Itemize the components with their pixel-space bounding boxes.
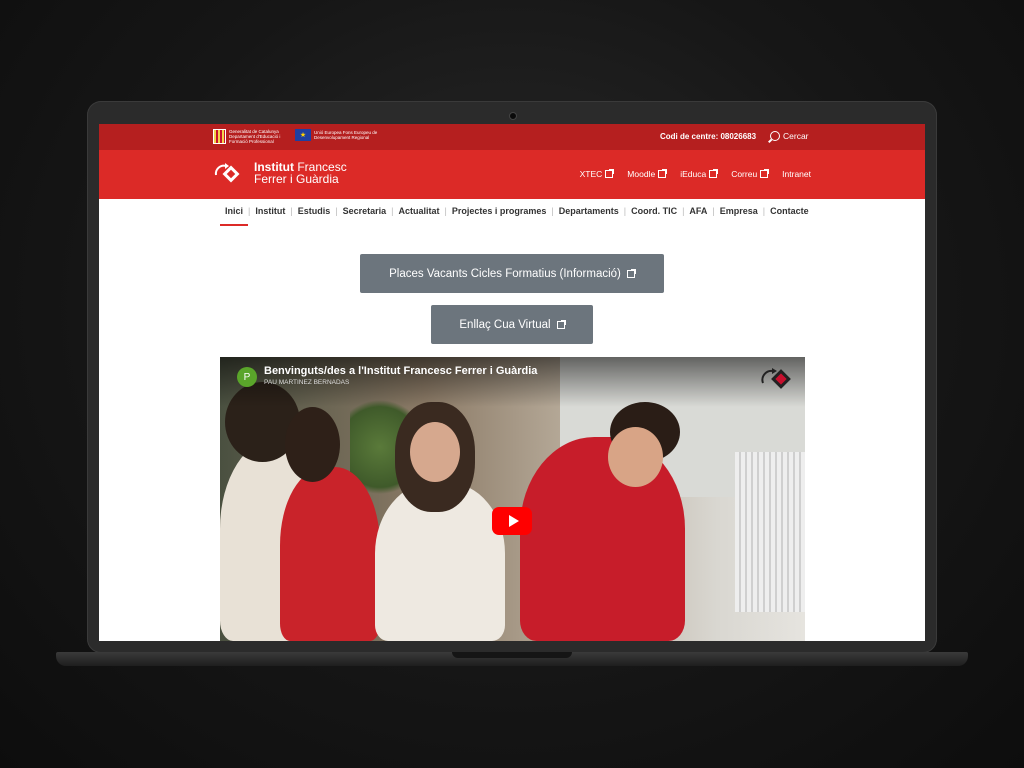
brand-bar: Institut Francesc Ferrer i Guàrdia XTEC … [99,150,925,199]
link-intranet[interactable]: Intranet [782,169,811,179]
main-nav: Inici | Institut | Estudis | Secretaria | Ac… [220,206,814,226]
video-channel: PAU MARTINEZ BERNADAS [264,379,350,386]
laptop-notch [452,652,572,658]
video-person-head [285,407,340,482]
link-label: Correu [731,169,758,179]
link-xtec[interactable]: XTEC [579,169,615,179]
places-vacants-button[interactable]: Places Vacants Cicles Formatius (Informa… [360,254,664,293]
youtube-video-embed[interactable]: P Benvinguts/des a l'Institut Francesc F… [220,357,805,641]
search-label: Cercar [783,131,809,141]
video-person-face [608,427,663,487]
video-person-face [410,422,460,482]
external-link-icon [556,319,566,329]
gencat-flag-icon [213,129,226,144]
institut-logo-icon[interactable] [213,162,243,184]
search-button[interactable]: Cercar [770,131,809,141]
play-button[interactable] [492,507,532,535]
browser-viewport: Generalitat de Catalunya Departament d'E… [99,124,925,641]
nav-item-coord-tic[interactable]: Coord. TIC [626,206,682,216]
gencat-text: Generalitat de Catalunya Departament d'E… [229,129,281,144]
link-label: iEduca [680,169,707,179]
link-label: Intranet [782,169,811,179]
nav-item-institut[interactable]: Institut [250,206,290,216]
external-link-icon [658,169,668,178]
nav-item-secretaria[interactable]: Secretaria [338,206,392,216]
external-link-icon [709,169,719,178]
external-link-icon [626,268,636,278]
nav-item-projectes[interactable]: Projectes i programes [447,206,552,216]
eu-flag-icon: ★ [295,129,311,141]
external-link-icon [605,169,615,178]
institut-watermark-icon [761,368,791,389]
link-label: XTEC [579,169,603,179]
cua-virtual-button[interactable]: Enllaç Cua Virtual [431,305,593,344]
nav-item-estudis[interactable]: Estudis [293,206,336,216]
link-correu[interactable]: Correu [731,169,770,179]
video-radiator [735,452,805,612]
gencat-logo[interactable]: Generalitat de Catalunya Departament d'E… [213,129,287,144]
eu-logo: ★ Unió Europea Fons Europeu de Desenvolu… [295,129,386,141]
places-vacants-label: Places Vacants Cicles Formatius (Informa… [389,267,621,280]
link-label: Moodle [627,169,656,179]
eu-text: Unió Europea Fons Europeu de Desenvolupa… [314,130,378,140]
nav-item-empresa[interactable]: Empresa [715,206,763,216]
quick-links: XTEC Moodle iEduca Correu Intranet [580,169,811,179]
codi-centre: Codi de centre: 08026683 [660,132,757,141]
nav-item-afa[interactable]: AFA [684,206,712,216]
video-title[interactable]: Benvinguts/des a l'Institut Francesc Fer… [264,365,537,377]
nav-item-contacte[interactable]: Contacte [765,206,814,216]
institut-name-line2: Ferrer i Guàrdia [254,172,339,186]
link-ieduca[interactable]: iEduca [680,169,719,179]
nav-item-inici[interactable]: Inici [220,206,249,226]
external-link-icon [760,169,770,178]
top-bar: Generalitat de Catalunya Departament d'E… [99,124,925,150]
nav-item-actualitat[interactable]: Actualitat [393,206,444,216]
link-moodle[interactable]: Moodle [627,169,668,179]
channel-avatar[interactable]: P [237,367,257,387]
institut-name[interactable]: Institut Francesc Ferrer i Guàrdia [254,161,347,185]
nav-item-departaments[interactable]: Departaments [554,206,624,216]
video-person [280,467,380,641]
search-icon [770,131,780,141]
cua-virtual-label: Enllaç Cua Virtual [459,318,551,331]
webcam [509,112,517,120]
